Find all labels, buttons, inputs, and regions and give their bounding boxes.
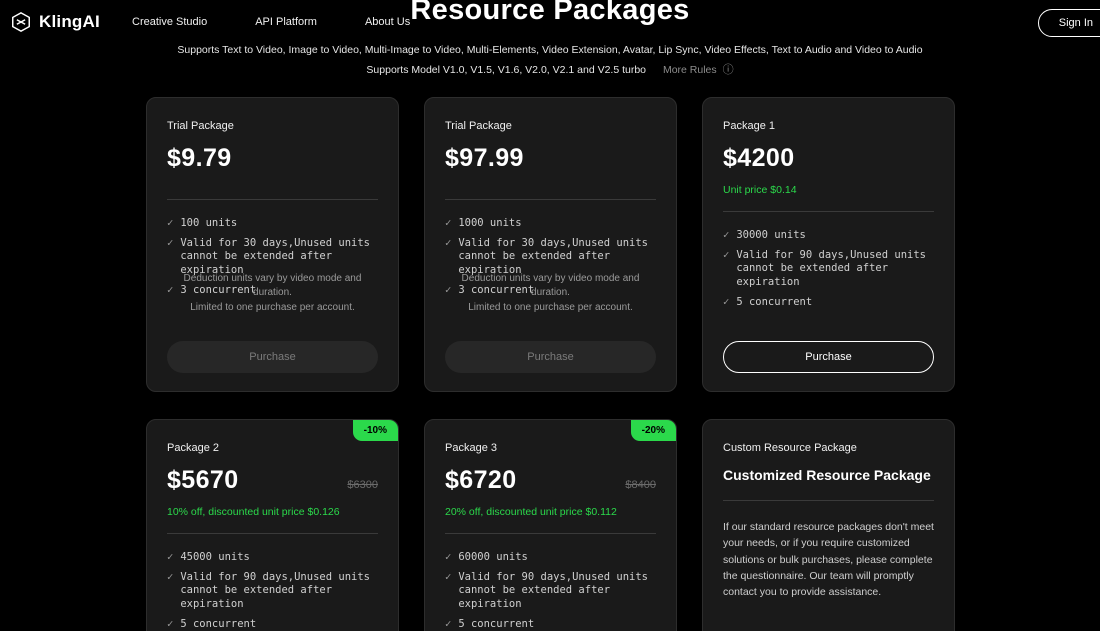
top-header: KlingAI Creative Studio API Platform Abo…: [0, 0, 1100, 44]
page-title: Resource Packages: [410, 0, 690, 26]
supported-modes-text: Supports Text to Video, Image to Video, …: [177, 44, 923, 56]
purchase-button[interactable]: Purchase: [445, 341, 656, 373]
check-icon: ✓: [723, 248, 730, 261]
check-icon: ✓: [167, 217, 174, 229]
feature-text: 1000 units: [458, 217, 522, 229]
divider: [445, 533, 656, 534]
discount-badge: -20%: [630, 420, 676, 441]
price: $5670: [167, 466, 239, 494]
feature-text: Valid for 90 days,Unused units cannot be…: [180, 570, 370, 610]
feature-list: ✓ 45000 units ✓ Valid for 90 days,Unused…: [167, 551, 378, 631]
feature-list: ✓ 60000 units ✓ Valid for 90 days,Unused…: [445, 551, 656, 631]
feature-item: ✓ Valid for 90 days,Unused units cannot …: [723, 249, 934, 290]
custom-package-heading: Customized Resource Package: [723, 467, 931, 483]
check-icon: ✓: [445, 617, 452, 630]
feature-text: 5 concurrent: [180, 617, 257, 630]
check-icon: ✓: [445, 551, 452, 563]
supported-models-row: Supports Model V1.0, V1.5, V1.6, V2.0, V…: [0, 61, 1100, 77]
card-trial-package-2: Trial Package $97.99 ✓ 1000 units ✓ Vali…: [424, 97, 677, 392]
card-title: Package 3: [445, 442, 497, 454]
note-line: Limited to one purchase per account.: [190, 301, 355, 313]
card-package-1: Package 1 $4200 Unit price $0.14 ✓ 30000…: [702, 97, 955, 392]
divider: [723, 500, 934, 501]
discount-note: 10% off, discounted unit price $0.126: [167, 506, 340, 518]
price: $4200: [723, 144, 795, 172]
note-line: Deduction units vary by video mode and d…: [183, 272, 362, 299]
check-icon: ✓: [167, 617, 174, 630]
pricing-grid: Trial Package $9.79 ✓ 100 units ✓ Valid …: [146, 97, 955, 631]
discount-note: 20% off, discounted unit price $0.112: [445, 506, 617, 518]
check-icon: ✓: [723, 295, 730, 308]
custom-package-description: If our standard resource packages don't …: [723, 521, 934, 599]
card-notes: Deduction units vary by video mode and d…: [445, 272, 656, 316]
card-notes: Deduction units vary by video mode and d…: [167, 272, 378, 316]
feature-item: ✓ Valid for 90 days,Unused units cannot …: [445, 571, 656, 612]
card-title: Custom Resource Package: [723, 442, 857, 454]
price-row: $97.99: [445, 144, 656, 173]
feature-item: ✓ 1000 units: [445, 217, 656, 231]
feature-list: ✓ 30000 units ✓ Valid for 90 days,Unused…: [723, 229, 934, 309]
card-title: Trial Package: [445, 120, 512, 132]
card-custom-package: Custom Resource Package Customized Resou…: [702, 419, 955, 631]
check-icon: ✓: [723, 229, 730, 241]
price: $6720: [445, 466, 517, 494]
note-line: Limited to one purchase per account.: [468, 301, 633, 313]
info-icon[interactable]: ⓘ: [723, 64, 734, 76]
divider: [445, 199, 656, 200]
price-row: $6720 $8400: [445, 466, 656, 495]
supported-models-text: Supports Model V1.0, V1.5, V1.6, V2.0, V…: [366, 64, 647, 76]
original-price: $6300: [347, 479, 378, 491]
purchase-button[interactable]: Purchase: [723, 341, 934, 373]
feature-text: Valid for 90 days,Unused units cannot be…: [736, 248, 926, 288]
hero-subtitles: Supports Text to Video, Image to Video, …: [0, 44, 1100, 77]
price: $97.99: [445, 144, 524, 172]
check-icon: ✓: [167, 551, 174, 563]
feature-text: 30000 units: [736, 229, 806, 241]
feature-item: ✓ 45000 units: [167, 551, 378, 565]
feature-item: ✓ 5 concurrent: [445, 618, 656, 631]
check-icon: ✓: [445, 570, 452, 583]
feature-text: 5 concurrent: [736, 295, 813, 308]
feature-text: 100 units: [180, 217, 238, 229]
price-row: $4200: [723, 144, 934, 173]
note-line: Deduction units vary by video mode and d…: [461, 272, 640, 299]
feature-item: ✓ 5 concurrent: [723, 296, 934, 310]
original-price: $8400: [625, 479, 656, 491]
discount-badge: -10%: [352, 420, 398, 441]
divider: [167, 199, 378, 200]
price-row: $9.79: [167, 144, 378, 173]
more-rules-link[interactable]: More Rules: [663, 64, 717, 76]
feature-item: ✓ 5 concurrent: [167, 618, 378, 631]
unit-price-note: Unit price $0.14: [723, 184, 797, 196]
feature-text: 5 concurrent: [458, 617, 535, 630]
feature-text: 45000 units: [180, 551, 250, 563]
feature-text: Valid for 90 days,Unused units cannot be…: [458, 570, 648, 610]
card-title: Trial Package: [167, 120, 234, 132]
card-trial-package-1: Trial Package $9.79 ✓ 100 units ✓ Valid …: [146, 97, 399, 392]
card-package-2: -10% Package 2 $5670 $6300 10% off, disc…: [146, 419, 399, 631]
check-icon: ✓: [167, 570, 174, 583]
divider: [167, 533, 378, 534]
card-title: Package 1: [723, 120, 775, 132]
feature-item: ✓ 30000 units: [723, 229, 934, 243]
sign-in-button[interactable]: Sign In: [1037, 9, 1100, 37]
price: $9.79: [167, 144, 232, 172]
feature-text: 60000 units: [458, 551, 528, 563]
purchase-button[interactable]: Purchase: [167, 341, 378, 373]
feature-item: ✓ Valid for 90 days,Unused units cannot …: [167, 571, 378, 612]
card-title: Package 2: [167, 442, 219, 454]
feature-item: ✓ 60000 units: [445, 551, 656, 565]
feature-item: ✓ 100 units: [167, 217, 378, 231]
price-row: $5670 $6300: [167, 466, 378, 495]
divider: [723, 211, 934, 212]
card-package-3: -20% Package 3 $6720 $8400 20% off, disc…: [424, 419, 677, 631]
check-icon: ✓: [445, 217, 452, 229]
